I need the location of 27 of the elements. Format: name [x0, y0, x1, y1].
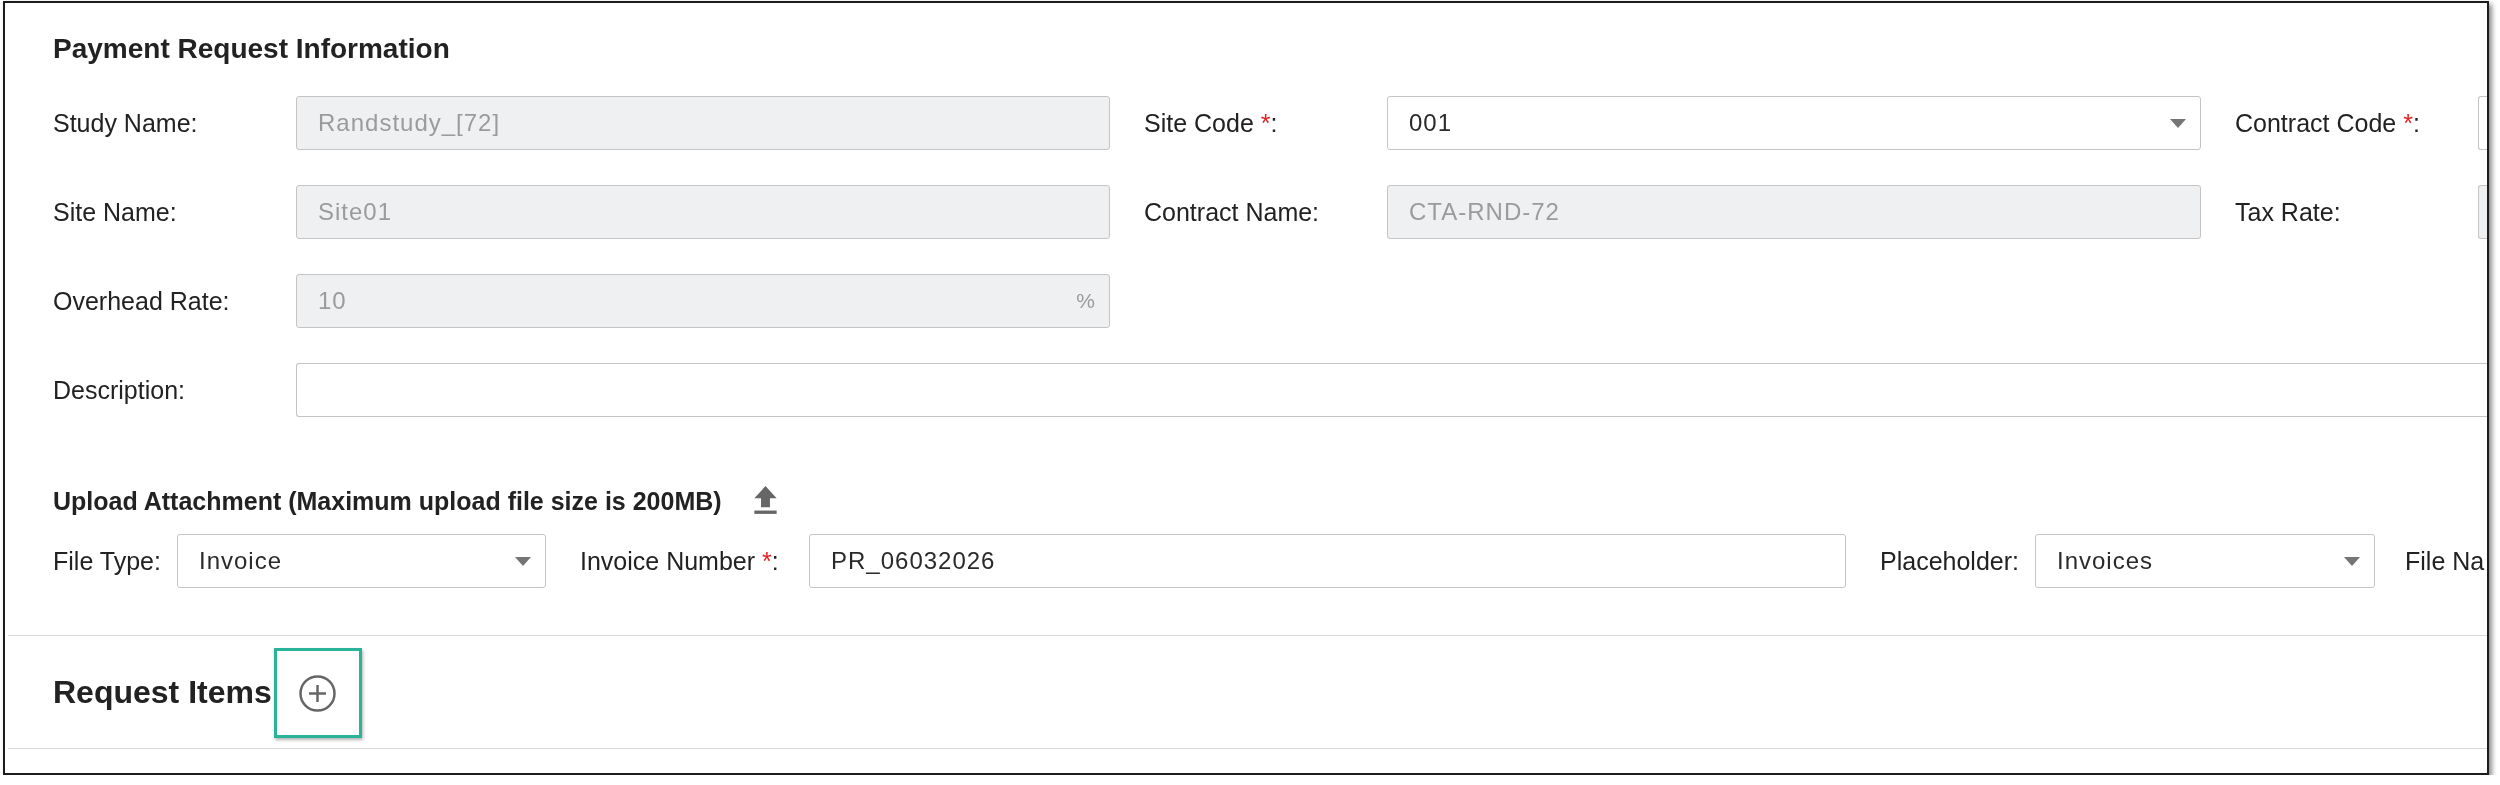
field-label: File Type: [53, 546, 162, 576]
section-title: Request Items [53, 673, 272, 711]
field-label: File Na [2404, 546, 2486, 576]
caret-icon [2170, 118, 2186, 128]
input-field[interactable] [2478, 96, 2487, 150]
dropdown-field[interactable]: Invoices [2035, 534, 2375, 588]
field-label: Study Name: [53, 108, 199, 138]
upload-title: Upload Attachment (Maximum upload file size is 200MB) [53, 486, 722, 515]
field-label: Overhead Rate: [53, 286, 231, 316]
caret-icon [2344, 556, 2360, 566]
dropdown-field[interactable]: Invoice [177, 534, 546, 588]
input-field[interactable] [296, 363, 2487, 417]
field-label: Description: [53, 375, 186, 405]
field-label: Invoice Number *: [579, 546, 780, 576]
unit-label: % [1076, 289, 1095, 313]
plus-circle-icon[interactable] [299, 674, 337, 712]
upload-icon[interactable] [751, 486, 779, 515]
caret-icon [515, 556, 531, 566]
section-title: Payment Request Information [53, 34, 451, 64]
field-label: Site Name: [53, 197, 178, 227]
field-label: Contract Name: [1143, 197, 1321, 227]
dropdown-field[interactable]: 001 [1387, 96, 2201, 150]
field-label: Tax Rate: [2234, 197, 2342, 227]
field-label: Site Code *: [1143, 108, 1279, 138]
input-field[interactable]: PR_06032026 [809, 534, 1846, 588]
field-label: Placeholder: [1879, 546, 2020, 576]
field-label: Contract Code *: [2234, 108, 2421, 138]
